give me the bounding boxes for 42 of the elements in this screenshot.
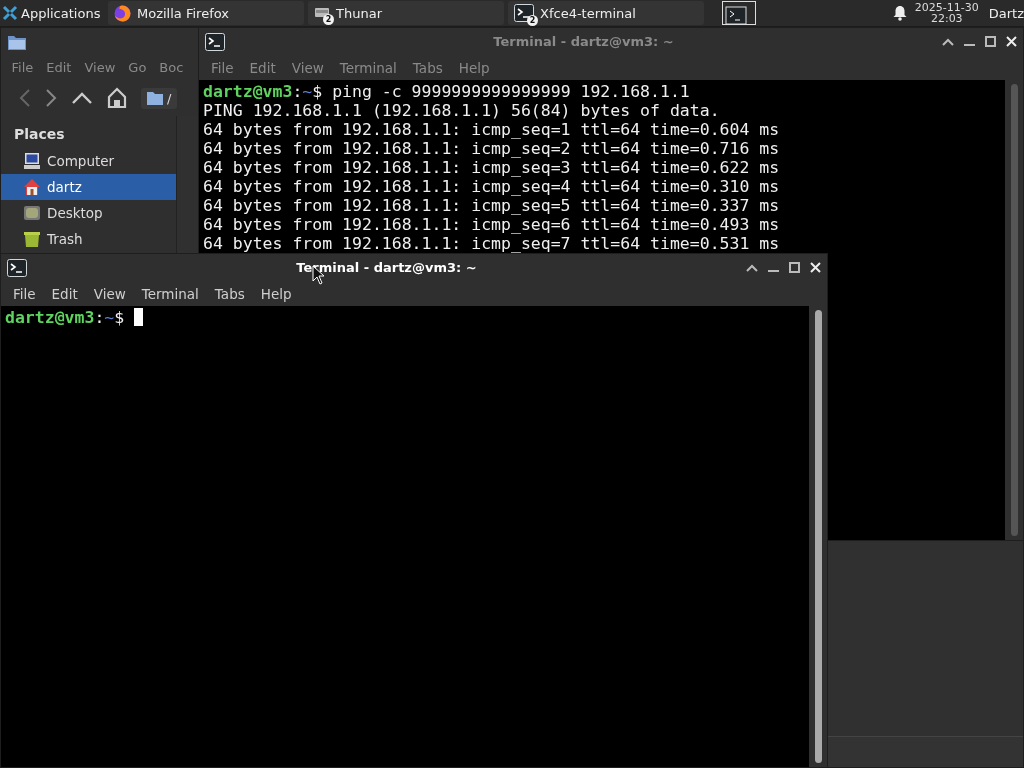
terminal-icon — [514, 4, 534, 22]
terminal-line: 64 bytes from 192.168.1.1: icmp_seq=3 ttl=64 time=0.622 ms — [203, 158, 780, 177]
trash-icon — [23, 230, 41, 248]
clock[interactable]: 2025-11-30 22:03 — [914, 2, 979, 24]
terminal-line: 64 bytes from 192.168.1.1: icmp_seq=6 ttl=64 time=0.493 ms — [203, 215, 780, 234]
terminal-icon — [7, 258, 27, 277]
menu-item[interactable]: Terminal — [133, 285, 207, 302]
taskbar-button[interactable]: Mozilla Firefox — [108, 1, 304, 25]
workspace-switcher-icon[interactable] — [722, 1, 756, 25]
terminal-line: 64 bytes from 192.168.1.1: icmp_seq=5 ttl=64 time=0.337 ms — [203, 196, 780, 215]
app-menu-icon — [2, 5, 18, 21]
close-icon[interactable] — [810, 262, 821, 273]
terminal-line: dartz@vm3:~$ ping -c 9999999999999999 192.168.1.1 — [203, 82, 690, 101]
count-badge: 2 — [323, 14, 334, 25]
maximize-icon[interactable] — [789, 262, 800, 273]
menu-item[interactable]: Help — [252, 285, 300, 302]
menu-item[interactable]: Tabs — [206, 285, 253, 302]
desktop-icon — [23, 204, 41, 222]
sidebar-heading: Places — [13, 125, 66, 144]
menu-item[interactable]: Edit — [43, 285, 86, 302]
bell-icon[interactable] — [892, 5, 907, 21]
window-title: Terminal - dartz@vm3: ~ — [295, 260, 478, 275]
terminal-line: 64 bytes from 192.168.1.1: icmp_seq=7 ttl=64 time=0.531 ms — [203, 234, 780, 253]
applications-menu[interactable]: Applications — [0, 0, 108, 26]
terminal-line: dartz@vm3:~$ — [5, 308, 144, 327]
menu-item[interactable]: File — [5, 285, 44, 302]
terminal-icon — [205, 32, 225, 51]
computer-icon — [23, 152, 41, 170]
scrollbar-thumb[interactable] — [814, 310, 822, 763]
terminal-line: 64 bytes from 192.168.1.1: icmp_seq=4 ttl=64 time=0.310 ms — [203, 177, 780, 196]
taskbar-button[interactable]: 2 Xfce4-terminal — [508, 1, 704, 25]
terminal-line: 64 bytes from 192.168.1.1: icmp_seq=2 ttl=64 time=0.716 ms — [203, 139, 780, 158]
browser-icon — [114, 4, 131, 22]
shade-icon[interactable] — [746, 263, 758, 272]
taskbar-button[interactable]: 2 Thunar — [308, 1, 504, 25]
terminal-line: 64 bytes from 192.168.1.1: icmp_seq=1 ttl=64 time=0.604 ms — [203, 120, 780, 139]
home-icon — [23, 178, 41, 196]
menu-item[interactable]: View — [85, 285, 134, 302]
window-title: Terminal - dartz@vm3: ~ — [492, 34, 675, 49]
user-name[interactable]: Dartz — [988, 5, 1024, 21]
count-badge: 2 — [527, 15, 538, 26]
terminal-line: PING 192.168.1.1 (192.168.1.1) 56(84) bytes of data. — [203, 101, 720, 120]
